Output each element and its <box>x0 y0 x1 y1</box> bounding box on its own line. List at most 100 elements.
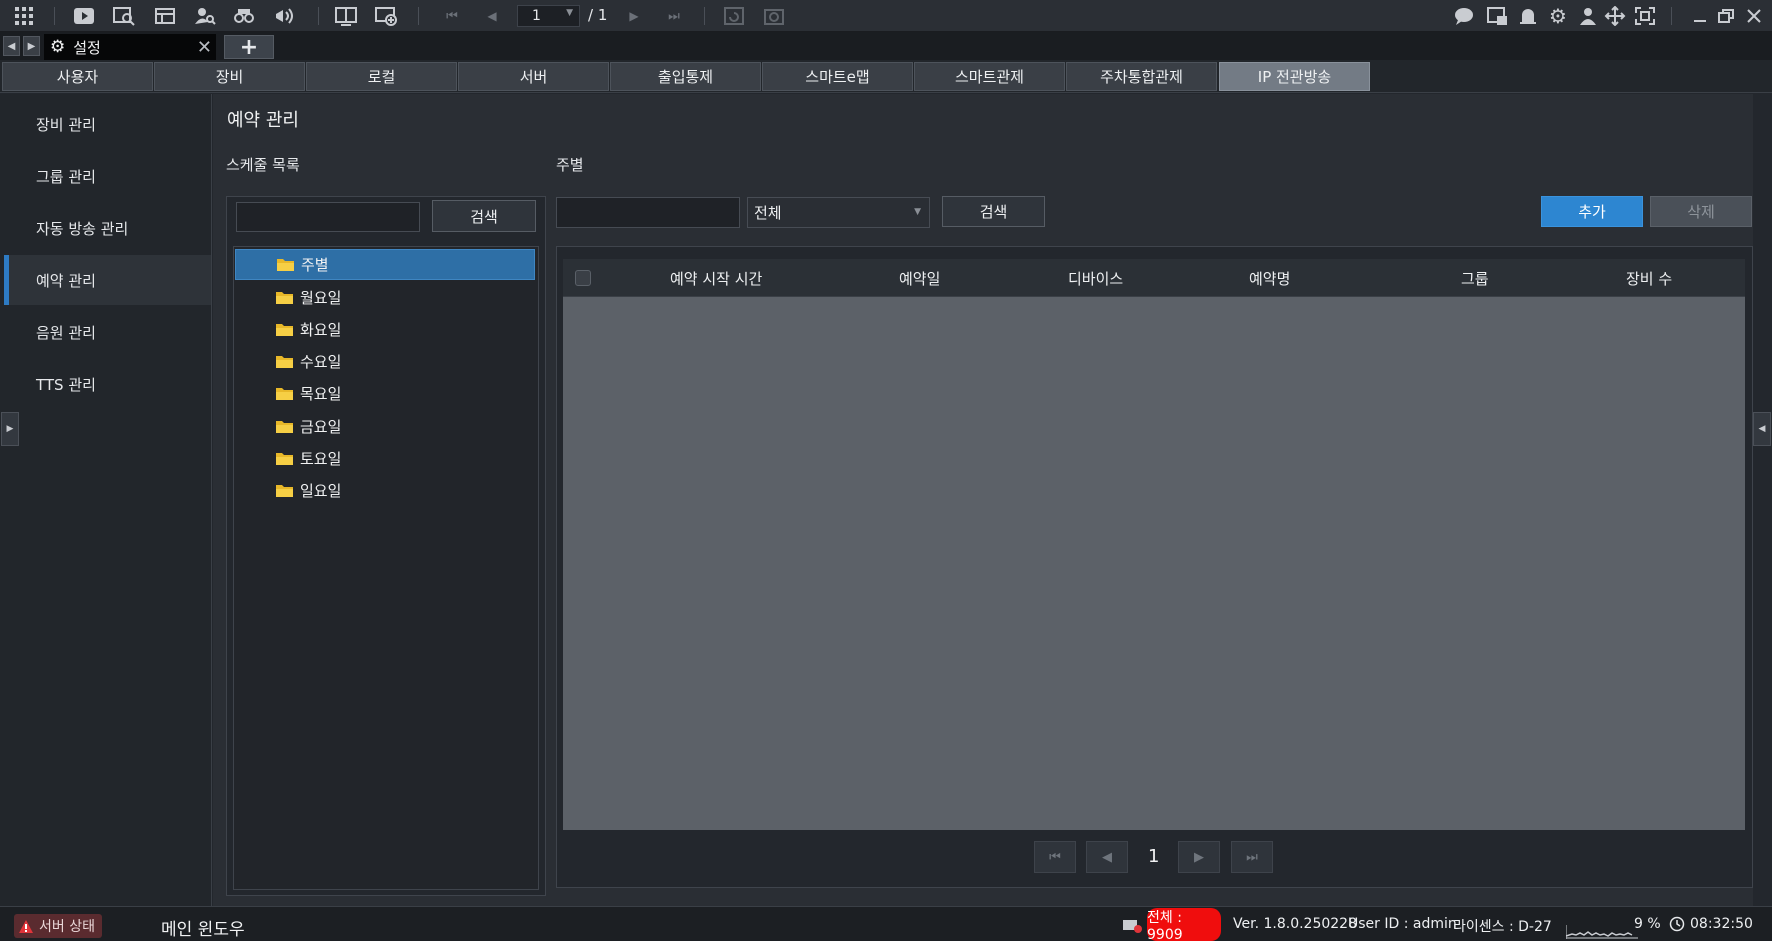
tab-settings[interactable]: ⚙ 설정 ✕ <box>44 34 216 60</box>
fullscreen-icon[interactable] <box>1633 5 1657 27</box>
category-tab-access-control[interactable]: 출입통제 <box>610 62 761 91</box>
tab-scroll-right-button[interactable]: ▶ <box>23 36 40 56</box>
pager-next-button[interactable]: ▶ <box>1178 841 1220 873</box>
caret-right-icon: ▶ <box>6 424 14 434</box>
playback-search-icon[interactable] <box>112 5 136 27</box>
category-tab-local[interactable]: 로컬 <box>306 62 457 91</box>
alarm-icon[interactable] <box>1516 5 1540 27</box>
camera-icon[interactable] <box>232 5 256 27</box>
tree-item-weekly[interactable]: 주별 <box>235 249 535 280</box>
tree-item-sunday[interactable]: 일요일 <box>235 475 535 506</box>
chevron-down-icon: ▼ <box>566 8 573 18</box>
cpu-graph <box>1565 911 1638 939</box>
sidebar-item-reservation[interactable]: 예약 관리 <box>4 255 211 305</box>
category-tab-users[interactable]: 사용자 <box>2 62 153 91</box>
sidebar-item-group-management[interactable]: 그룹 관리 <box>4 151 211 201</box>
gear-icon[interactable]: ⚙ <box>1546 4 1570 28</box>
select-all-checkbox[interactable] <box>575 270 591 286</box>
first-page-icon[interactable]: ⏮ <box>440 5 464 27</box>
column-device[interactable]: 디바이스 <box>1068 259 1123 297</box>
left-panel-toggle[interactable]: ▶ <box>1 412 19 446</box>
filter-select-value: 전체 <box>754 204 782 222</box>
category-tab-server[interactable]: 서버 <box>458 62 609 91</box>
license-text: 라이센스 : D-27 <box>1453 919 1552 935</box>
play-icon[interactable] <box>72 5 96 27</box>
pager-current-page: 1 <box>1148 846 1160 867</box>
reservation-table-body <box>563 297 1745 830</box>
right-panel-toggle[interactable]: ◀ <box>1753 412 1771 446</box>
minimize-icon[interactable] <box>1688 5 1712 27</box>
filter-select[interactable]: 전체 ▼ <box>747 197 930 228</box>
column-group[interactable]: 그룹 <box>1461 259 1489 297</box>
document-tabstrip: ◀ ▶ ⚙ 설정 ✕ + <box>0 32 1772 60</box>
add-button[interactable]: 추가 <box>1541 196 1643 227</box>
last-page-icon[interactable]: ⏭ <box>662 5 686 27</box>
page-total: / 1 <box>588 6 608 24</box>
map-icon[interactable] <box>153 5 177 27</box>
next-page-icon[interactable]: ▶ <box>622 5 646 27</box>
category-tabs: 사용자 장비 로컬 서버 출입통제 스마트e맵 스마트관제 주차통합관제 IP … <box>0 60 1772 93</box>
move-icon[interactable] <box>1603 5 1627 27</box>
tab-scroll-left-button[interactable]: ◀ <box>3 36 20 56</box>
total-count-badge: 전체 : 9909 <box>1147 908 1221 941</box>
sidebar-item-audio-source[interactable]: 음원 관리 <box>4 307 211 357</box>
column-reservation-name[interactable]: 예약명 <box>1249 259 1290 297</box>
category-tab-smart-emap[interactable]: 스마트e맵 <box>762 62 913 91</box>
sidebar-item-tts[interactable]: TTS 관리 <box>4 359 211 409</box>
sidebar-item-auto-broadcast[interactable]: 자동 방송 관리 <box>4 203 211 253</box>
schedule-search-button[interactable]: 검색 <box>432 200 536 232</box>
category-tab-smart-control[interactable]: 스마트관제 <box>914 62 1065 91</box>
category-tab-ip-broadcast[interactable]: IP 전관방송 <box>1219 62 1370 91</box>
column-device-count[interactable]: 장비 수 <box>1626 259 1672 297</box>
folder-icon <box>276 292 293 304</box>
settings-sidebar: 장비 관리 그룹 관리 자동 방송 관리 예약 관리 음원 관리 TTS 관리 <box>0 94 212 906</box>
version-text: Ver. 1.8.0.250228 <box>1233 916 1357 932</box>
tree-item-tuesday[interactable]: 화요일 <box>235 314 535 345</box>
pager-last-button[interactable]: ⏭ <box>1231 841 1273 873</box>
prev-page-icon[interactable]: ◀ <box>480 5 504 27</box>
pager-prev-button[interactable]: ◀ <box>1086 841 1128 873</box>
layout-icon[interactable] <box>334 5 358 27</box>
restore-icon[interactable] <box>1714 5 1738 27</box>
chat-icon[interactable] <box>1452 5 1476 27</box>
broadcast-icon[interactable] <box>272 5 296 27</box>
add-screen-icon[interactable] <box>374 5 398 27</box>
sidebar-item-device-management[interactable]: 장비 관리 <box>4 99 211 149</box>
event-icon[interactable] <box>1485 5 1509 27</box>
column-start-time[interactable]: 예약 시작 시간 <box>670 259 762 297</box>
snapshot-icon[interactable] <box>762 5 786 27</box>
reservation-search-input[interactable] <box>556 197 740 228</box>
clock-icon <box>1669 916 1685 932</box>
refresh-icon[interactable] <box>722 5 746 27</box>
user-search-icon[interactable] <box>193 5 217 27</box>
category-tab-parking-control[interactable]: 주차통합관제 <box>1066 62 1217 91</box>
page-number-select[interactable]: 1 ▼ <box>517 5 580 27</box>
tree-item-label: 수요일 <box>300 353 342 371</box>
tree-item-saturday[interactable]: 토요일 <box>235 443 535 474</box>
tree-item-friday[interactable]: 금요일 <box>235 411 535 442</box>
close-icon[interactable] <box>1742 5 1766 27</box>
user-icon[interactable] <box>1576 5 1600 27</box>
folder-icon <box>276 485 293 497</box>
folder-icon <box>276 453 293 465</box>
chevron-down-icon: ▼ <box>914 207 921 217</box>
category-tab-devices[interactable]: 장비 <box>154 62 305 91</box>
schedule-search-input[interactable] <box>236 202 420 232</box>
close-tab-icon[interactable]: ✕ <box>197 37 212 58</box>
tree-item-wednesday[interactable]: 수요일 <box>235 346 535 377</box>
add-tab-button[interactable]: + <box>224 35 274 60</box>
folder-icon <box>276 421 293 433</box>
main-toolbar: ⏮ ◀ 1 ▼ / 1 ▶ ⏭ ⚙ <box>0 0 1772 32</box>
clock-time-text: 08:32:50 <box>1690 916 1753 932</box>
apps-grid-icon[interactable] <box>12 5 36 27</box>
delete-button[interactable]: 삭제 <box>1650 196 1752 227</box>
tree-item-thursday[interactable]: 목요일 <box>235 378 535 409</box>
tree-item-monday[interactable]: 월요일 <box>235 282 535 313</box>
server-status-button[interactable]: 서버 상태 <box>14 914 102 938</box>
page-number-value: 1 <box>532 8 541 24</box>
column-reservation-day[interactable]: 예약일 <box>899 259 940 297</box>
reservation-search-button[interactable]: 검색 <box>942 196 1045 227</box>
user-id-text: User ID : admin <box>1348 916 1457 932</box>
pager-first-button[interactable]: ⏮ <box>1034 841 1076 873</box>
page-title: 예약 관리 <box>227 110 299 131</box>
